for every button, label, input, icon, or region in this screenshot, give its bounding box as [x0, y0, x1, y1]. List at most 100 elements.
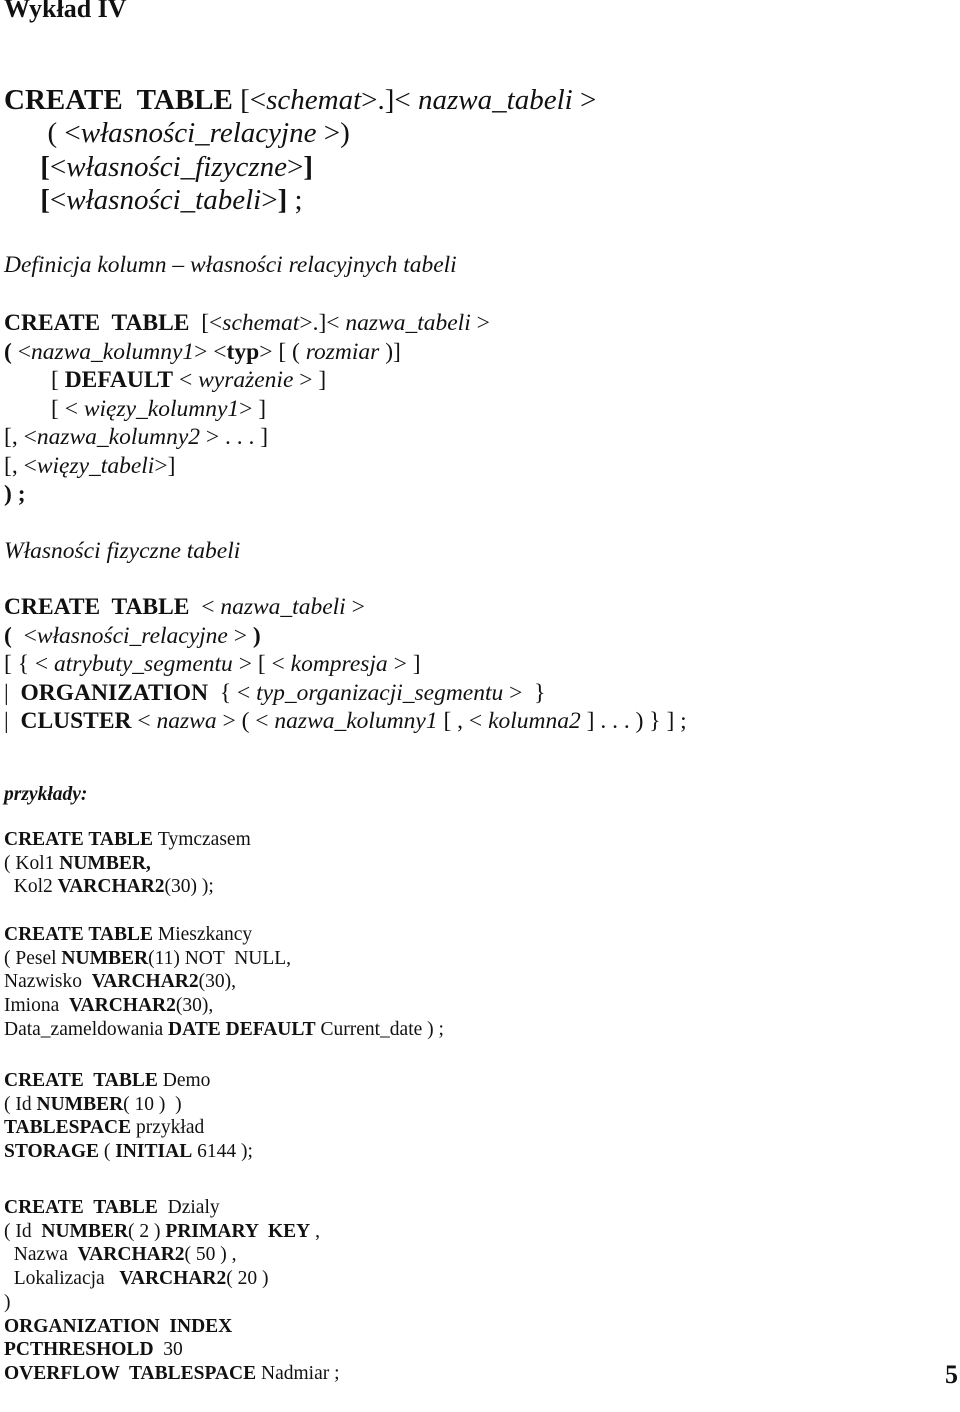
code-token: CREATE TABLE [4, 310, 202, 336]
code-token: TABLESPACE [4, 1117, 132, 1139]
code-token: < [23, 622, 37, 649]
example-line: CREATE TABLE Tymczasem [4, 830, 251, 850]
code-token: > [286, 151, 304, 183]
example-line: Data_zameldowania DATE DEFAULT Current_d… [4, 1020, 444, 1040]
code-token: INITIAL [115, 1141, 193, 1163]
example-line: STORAGE ( INITIAL 6144 ); [4, 1142, 253, 1162]
code-token: 6144 ); [192, 1141, 253, 1163]
code-token: ) [4, 1291, 11, 1313]
code-token: CREATE TABLE [4, 84, 241, 116]
code-token: [ { < [4, 651, 54, 677]
code-token: PRIMARY KEY [165, 1220, 311, 1242]
example-line: CREATE TABLE Demo [4, 1071, 210, 1091]
syntax-line: ) ; [4, 482, 26, 507]
code-token: | [4, 679, 21, 706]
code-token: (30), [175, 995, 214, 1017]
code-token: nazwa_kolumny1 [274, 708, 438, 734]
code-token: NUMBER [61, 947, 149, 969]
code-token: NUMBER [41, 1220, 129, 1242]
code-token: Dzialy [167, 1197, 220, 1218]
code-token: > [261, 184, 278, 216]
code-token: ) [252, 622, 261, 649]
code-token: kolumna2 [488, 708, 581, 734]
code-token: ( Pesel [4, 947, 62, 969]
syntax-line: [<własności_fizyczne>] [4, 153, 313, 182]
code-token: nazwa_tabeli [345, 310, 471, 336]
code-token: ( [4, 338, 18, 365]
code-token: [< [240, 84, 267, 116]
code-token: (30), [198, 971, 237, 993]
code-token: Nazwisko [4, 971, 92, 993]
code-token: ( < [4, 117, 81, 149]
code-token: [ [4, 151, 50, 183]
syntax-line: [ < więzy_kolumny1> ] [4, 395, 267, 422]
code-token: [< [201, 310, 223, 336]
code-token: Kol2 [4, 876, 58, 898]
code-token: ORGANIZATION [20, 679, 209, 706]
code-token: ( Kol1 [4, 852, 60, 874]
example-line: Nazwisko VARCHAR2(30), [4, 972, 236, 992]
code-token: nazwa_tabeli [220, 594, 346, 620]
code-token: [ [4, 367, 65, 393]
code-token: więzy_kolumny1 [83, 395, 240, 422]
code-token: )] [379, 338, 401, 365]
examples-heading: przykłady: [4, 784, 88, 805]
code-token: ( 2 ) [128, 1220, 166, 1242]
syntax-line: [ { < atrybuty_segmentu > [ < kompresja … [4, 651, 421, 677]
code-token: CREATE TABLE [4, 829, 158, 850]
code-token: > [470, 310, 490, 336]
code-token: Data_zameldowania [4, 1018, 169, 1040]
code-token: >.]< [299, 310, 346, 336]
code-token: VARCHAR2 [119, 1268, 227, 1290]
code-token: VARCHAR2 [68, 995, 176, 1017]
code-token: > [572, 84, 597, 116]
example-line: ( Id NUMBER( 10 ) ) [4, 1093, 182, 1115]
code-token: > } [503, 679, 546, 706]
code-token: typ [226, 338, 260, 365]
code-token: [, < [4, 452, 37, 479]
code-token: < [201, 594, 221, 620]
code-token: > [ < [232, 651, 291, 677]
code-token: < [49, 151, 67, 183]
code-token: >) [316, 117, 350, 149]
example-line: PCTHRESHOLD 30 [4, 1340, 183, 1360]
page-number: 5 [945, 1360, 958, 1389]
code-token: > ] [239, 395, 267, 422]
example-line: Imiona VARCHAR2(30), [4, 996, 213, 1016]
syntax-line: ( <nazwa_kolumny1> <typ> [ ( rozmiar )] [4, 338, 401, 365]
example-line: CREATE TABLE Dzialy [4, 1198, 220, 1218]
example-line: ( Pesel NUMBER(11) NOT NULL, [4, 947, 291, 969]
code-token: > . . . ] [200, 424, 269, 450]
code-token: ( 50 ) , [184, 1244, 237, 1266]
code-token: nazwa_kolumny2 [36, 424, 201, 450]
syntax-line: [, <nazwa_kolumny2 > . . . ] [4, 424, 269, 450]
code-token: NUMBER, [59, 852, 151, 874]
code-token: > ] [293, 367, 327, 393]
code-token: schemat [222, 310, 300, 336]
code-token: > < [194, 338, 227, 365]
code-token: nazwa_kolumny1 [30, 338, 195, 365]
syntax-line: [, <więzy_tabeli>] [4, 452, 176, 479]
example-line: ) [4, 1293, 11, 1313]
code-token: Mieszkancy [157, 924, 253, 945]
code-token: nazwa_tabeli [418, 84, 573, 116]
code-token: ( 10 ) ) [123, 1093, 182, 1115]
code-token: Lokalizacja [4, 1268, 120, 1290]
syntax-line: CREATE TABLE [<schemat>.]< nazwa_tabeli … [4, 86, 596, 115]
code-token: ( 20 ) [226, 1268, 269, 1290]
code-token: (30) ); [164, 876, 214, 898]
example-line: TABLESPACE przykład [4, 1118, 204, 1138]
code-token: Current_date ) ; [315, 1018, 444, 1040]
code-token: CREATE TABLE [4, 594, 202, 620]
code-token: > [227, 622, 253, 649]
example-line: OVERFLOW TABLESPACE Nadmiar ; [4, 1364, 340, 1384]
syntax-line: ( <własności_relacyjne > ) [4, 622, 261, 649]
code-token: rozmiar [305, 338, 380, 365]
code-token: CREATE TABLE [4, 1197, 168, 1218]
code-token: własności_relacyjne [80, 117, 317, 149]
code-token: < [17, 338, 31, 365]
code-token: ( [4, 622, 24, 649]
code-token: >] [154, 452, 176, 479]
code-token: NUMBER [36, 1093, 124, 1115]
code-token: VARCHAR2 [91, 971, 199, 993]
